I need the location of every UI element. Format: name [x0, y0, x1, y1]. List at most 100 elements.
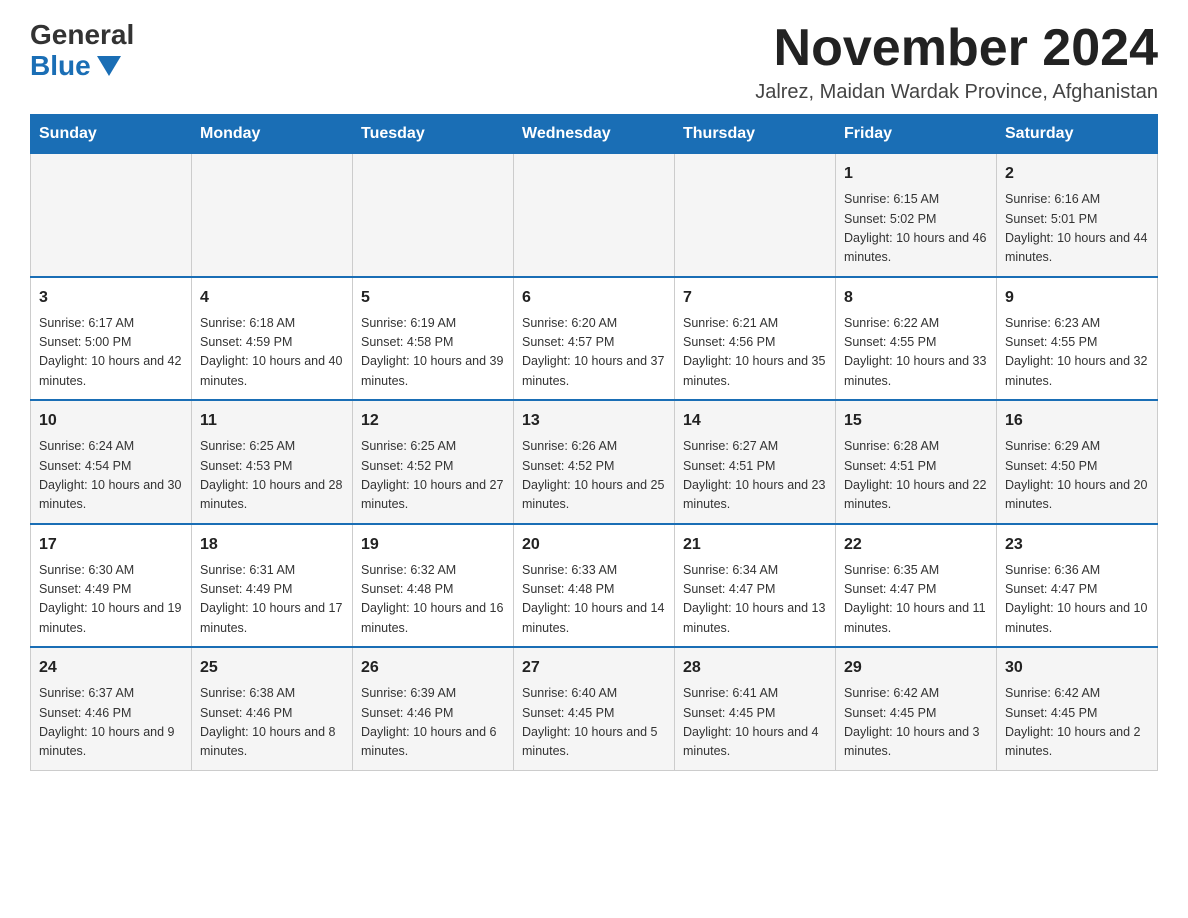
calendar-cell: 19Sunrise: 6:32 AMSunset: 4:48 PMDayligh… — [353, 524, 514, 648]
day-number: 15 — [844, 409, 988, 433]
day-info: Sunrise: 6:35 AMSunset: 4:47 PMDaylight:… — [844, 561, 988, 639]
calendar-cell: 4Sunrise: 6:18 AMSunset: 4:59 PMDaylight… — [192, 277, 353, 401]
calendar-cell: 16 Sunrise: 6:29 AMSunset: 4:50 PMDayligh… — [997, 400, 1158, 524]
calendar-table: SundayMondayTuesdayWednesdayThursdayFrid… — [30, 114, 1158, 771]
day-number: 14 — [683, 409, 827, 433]
day-info: Sunrise: 6:36 AMSunset: 4:47 PMDaylight:… — [1005, 561, 1149, 639]
calendar-cell — [192, 154, 353, 277]
calendar-cell: 3 Sunrise: 6:17 AMSunset: 5:00 PMDaylight… — [31, 277, 192, 401]
day-number: 13 — [522, 409, 666, 433]
day-of-week-header: Monday — [192, 115, 353, 154]
calendar-cell: 30 Sunrise: 6:42 AMSunset: 4:45 PMDayligh… — [997, 647, 1158, 770]
day-number: 1 — [844, 162, 988, 186]
day-of-week-header: Sunday — [31, 115, 192, 154]
day-info: Sunrise: 6:38 AMSunset: 4:46 PMDaylight:… — [200, 684, 344, 762]
calendar-cell — [675, 154, 836, 277]
calendar-cell: 13 Sunrise: 6:26 AMSunset: 4:52 PMDayligh… — [514, 400, 675, 524]
day-number: 18 — [200, 533, 344, 557]
calendar-cell: 22 Sunrise: 6:35 AMSunset: 4:47 PMDayligh… — [836, 524, 997, 648]
day-info: Sunrise: 6:33 AMSunset: 4:48 PMDaylight:… — [522, 561, 666, 639]
calendar-cell: 12 Sunrise: 6:25 AMSunset: 4:52 PMDayligh… — [353, 400, 514, 524]
day-number: 10 — [39, 409, 183, 433]
calendar-cell: 23 Sunrise: 6:36 AMSunset: 4:47 PMDayligh… — [997, 524, 1158, 648]
calendar-cell: 24 Sunrise: 6:37 AMSunset: 4:46 PMDayligh… — [31, 647, 192, 770]
day-number: 22 — [844, 533, 988, 557]
title-area: November 2024 Jalrez, Maidan Wardak Prov… — [755, 20, 1158, 104]
day-number: 7 — [683, 286, 827, 310]
day-number: 3 — [39, 286, 183, 310]
day-info: Sunrise: 6:21 AMSunset: 4:56 PMDaylight:… — [683, 314, 827, 392]
calendar-cell: 27 Sunrise: 6:40 AMSunset: 4:45 PMDayligh… — [514, 647, 675, 770]
day-number: 21 — [683, 533, 827, 557]
day-info: Sunrise: 6:20 AMSunset: 4:57 PMDaylight:… — [522, 314, 666, 392]
calendar-cell: 8 Sunrise: 6:22 AMSunset: 4:55 PMDaylight… — [836, 277, 997, 401]
day-info: Sunrise: 6:24 AMSunset: 4:54 PMDaylight:… — [39, 437, 183, 515]
calendar-header-row: SundayMondayTuesdayWednesdayThursdayFrid… — [31, 115, 1158, 154]
day-info: Sunrise: 6:17 AMSunset: 5:00 PMDaylight:… — [39, 314, 183, 392]
day-number: 23 — [1005, 533, 1149, 557]
calendar-cell: 29 Sunrise: 6:42 AMSunset: 4:45 PMDayligh… — [836, 647, 997, 770]
day-info: Sunrise: 6:34 AMSunset: 4:47 PMDaylight:… — [683, 561, 827, 639]
day-number: 30 — [1005, 656, 1149, 680]
day-info: Sunrise: 6:15 AMSunset: 5:02 PMDaylight:… — [844, 190, 988, 268]
calendar-week-row: 3 Sunrise: 6:17 AMSunset: 5:00 PMDaylight… — [31, 277, 1158, 401]
day-info: Sunrise: 6:42 AMSunset: 4:45 PMDaylight:… — [844, 684, 988, 762]
calendar-cell: 14 Sunrise: 6:27 AMSunset: 4:51 PMDayligh… — [675, 400, 836, 524]
calendar-cell: 5Sunrise: 6:19 AMSunset: 4:58 PMDaylight… — [353, 277, 514, 401]
calendar-cell: 6 Sunrise: 6:20 AMSunset: 4:57 PMDaylight… — [514, 277, 675, 401]
day-info: Sunrise: 6:40 AMSunset: 4:45 PMDaylight:… — [522, 684, 666, 762]
calendar-cell: 11 Sunrise: 6:25 AMSunset: 4:53 PMDayligh… — [192, 400, 353, 524]
calendar-cell: 1 Sunrise: 6:15 AMSunset: 5:02 PMDaylight… — [836, 154, 997, 277]
day-info: Sunrise: 6:27 AMSunset: 4:51 PMDaylight:… — [683, 437, 827, 515]
day-number: 20 — [522, 533, 666, 557]
calendar-cell: 28 Sunrise: 6:41 AMSunset: 4:45 PMDayligh… — [675, 647, 836, 770]
day-info: Sunrise: 6:19 AMSunset: 4:58 PMDaylight:… — [361, 314, 505, 392]
day-number: 19 — [361, 533, 505, 557]
day-of-week-header: Thursday — [675, 115, 836, 154]
day-info: Sunrise: 6:25 AMSunset: 4:53 PMDaylight:… — [200, 437, 344, 515]
logo-blue-text: Blue — [30, 51, 121, 82]
day-number: 4 — [200, 286, 344, 310]
logo: General Blue — [30, 20, 134, 82]
day-info: Sunrise: 6:42 AMSunset: 4:45 PMDaylight:… — [1005, 684, 1149, 762]
calendar-cell: 2 Sunrise: 6:16 AMSunset: 5:01 PMDaylight… — [997, 154, 1158, 277]
day-number: 29 — [844, 656, 988, 680]
day-number: 2 — [1005, 162, 1149, 186]
day-number: 16 — [1005, 409, 1149, 433]
calendar-cell: 18Sunrise: 6:31 AMSunset: 4:49 PMDayligh… — [192, 524, 353, 648]
calendar-cell: 17Sunrise: 6:30 AMSunset: 4:49 PMDayligh… — [31, 524, 192, 648]
day-info: Sunrise: 6:22 AMSunset: 4:55 PMDaylight:… — [844, 314, 988, 392]
calendar-cell — [353, 154, 514, 277]
calendar-cell: 26Sunrise: 6:39 AMSunset: 4:46 PMDayligh… — [353, 647, 514, 770]
day-info: Sunrise: 6:30 AMSunset: 4:49 PMDaylight:… — [39, 561, 183, 639]
calendar-cell: 21 Sunrise: 6:34 AMSunset: 4:47 PMDayligh… — [675, 524, 836, 648]
calendar-cell — [514, 154, 675, 277]
day-number: 12 — [361, 409, 505, 433]
logo-general-text: General — [30, 20, 134, 51]
calendar-cell: 20 Sunrise: 6:33 AMSunset: 4:48 PMDayligh… — [514, 524, 675, 648]
day-info: Sunrise: 6:16 AMSunset: 5:01 PMDaylight:… — [1005, 190, 1149, 268]
calendar-cell: 10 Sunrise: 6:24 AMSunset: 4:54 PMDayligh… — [31, 400, 192, 524]
day-number: 11 — [200, 409, 344, 433]
day-number: 25 — [200, 656, 344, 680]
calendar-week-row: 24 Sunrise: 6:37 AMSunset: 4:46 PMDayligh… — [31, 647, 1158, 770]
day-number: 26 — [361, 656, 505, 680]
day-of-week-header: Saturday — [997, 115, 1158, 154]
calendar-week-row: 1 Sunrise: 6:15 AMSunset: 5:02 PMDaylight… — [31, 154, 1158, 277]
day-number: 24 — [39, 656, 183, 680]
day-info: Sunrise: 6:29 AMSunset: 4:50 PMDaylight:… — [1005, 437, 1149, 515]
day-info: Sunrise: 6:37 AMSunset: 4:46 PMDaylight:… — [39, 684, 183, 762]
calendar-cell: 25 Sunrise: 6:38 AMSunset: 4:46 PMDayligh… — [192, 647, 353, 770]
day-info: Sunrise: 6:41 AMSunset: 4:45 PMDaylight:… — [683, 684, 827, 762]
day-number: 6 — [522, 286, 666, 310]
day-number: 8 — [844, 286, 988, 310]
page-header: General Blue November 2024 Jalrez, Maida… — [30, 20, 1158, 104]
day-of-week-header: Friday — [836, 115, 997, 154]
day-info: Sunrise: 6:23 AMSunset: 4:55 PMDaylight:… — [1005, 314, 1149, 392]
day-number: 27 — [522, 656, 666, 680]
day-info: Sunrise: 6:28 AMSunset: 4:51 PMDaylight:… — [844, 437, 988, 515]
calendar-cell — [31, 154, 192, 277]
day-info: Sunrise: 6:26 AMSunset: 4:52 PMDaylight:… — [522, 437, 666, 515]
day-info: Sunrise: 6:25 AMSunset: 4:52 PMDaylight:… — [361, 437, 505, 515]
day-number: 28 — [683, 656, 827, 680]
